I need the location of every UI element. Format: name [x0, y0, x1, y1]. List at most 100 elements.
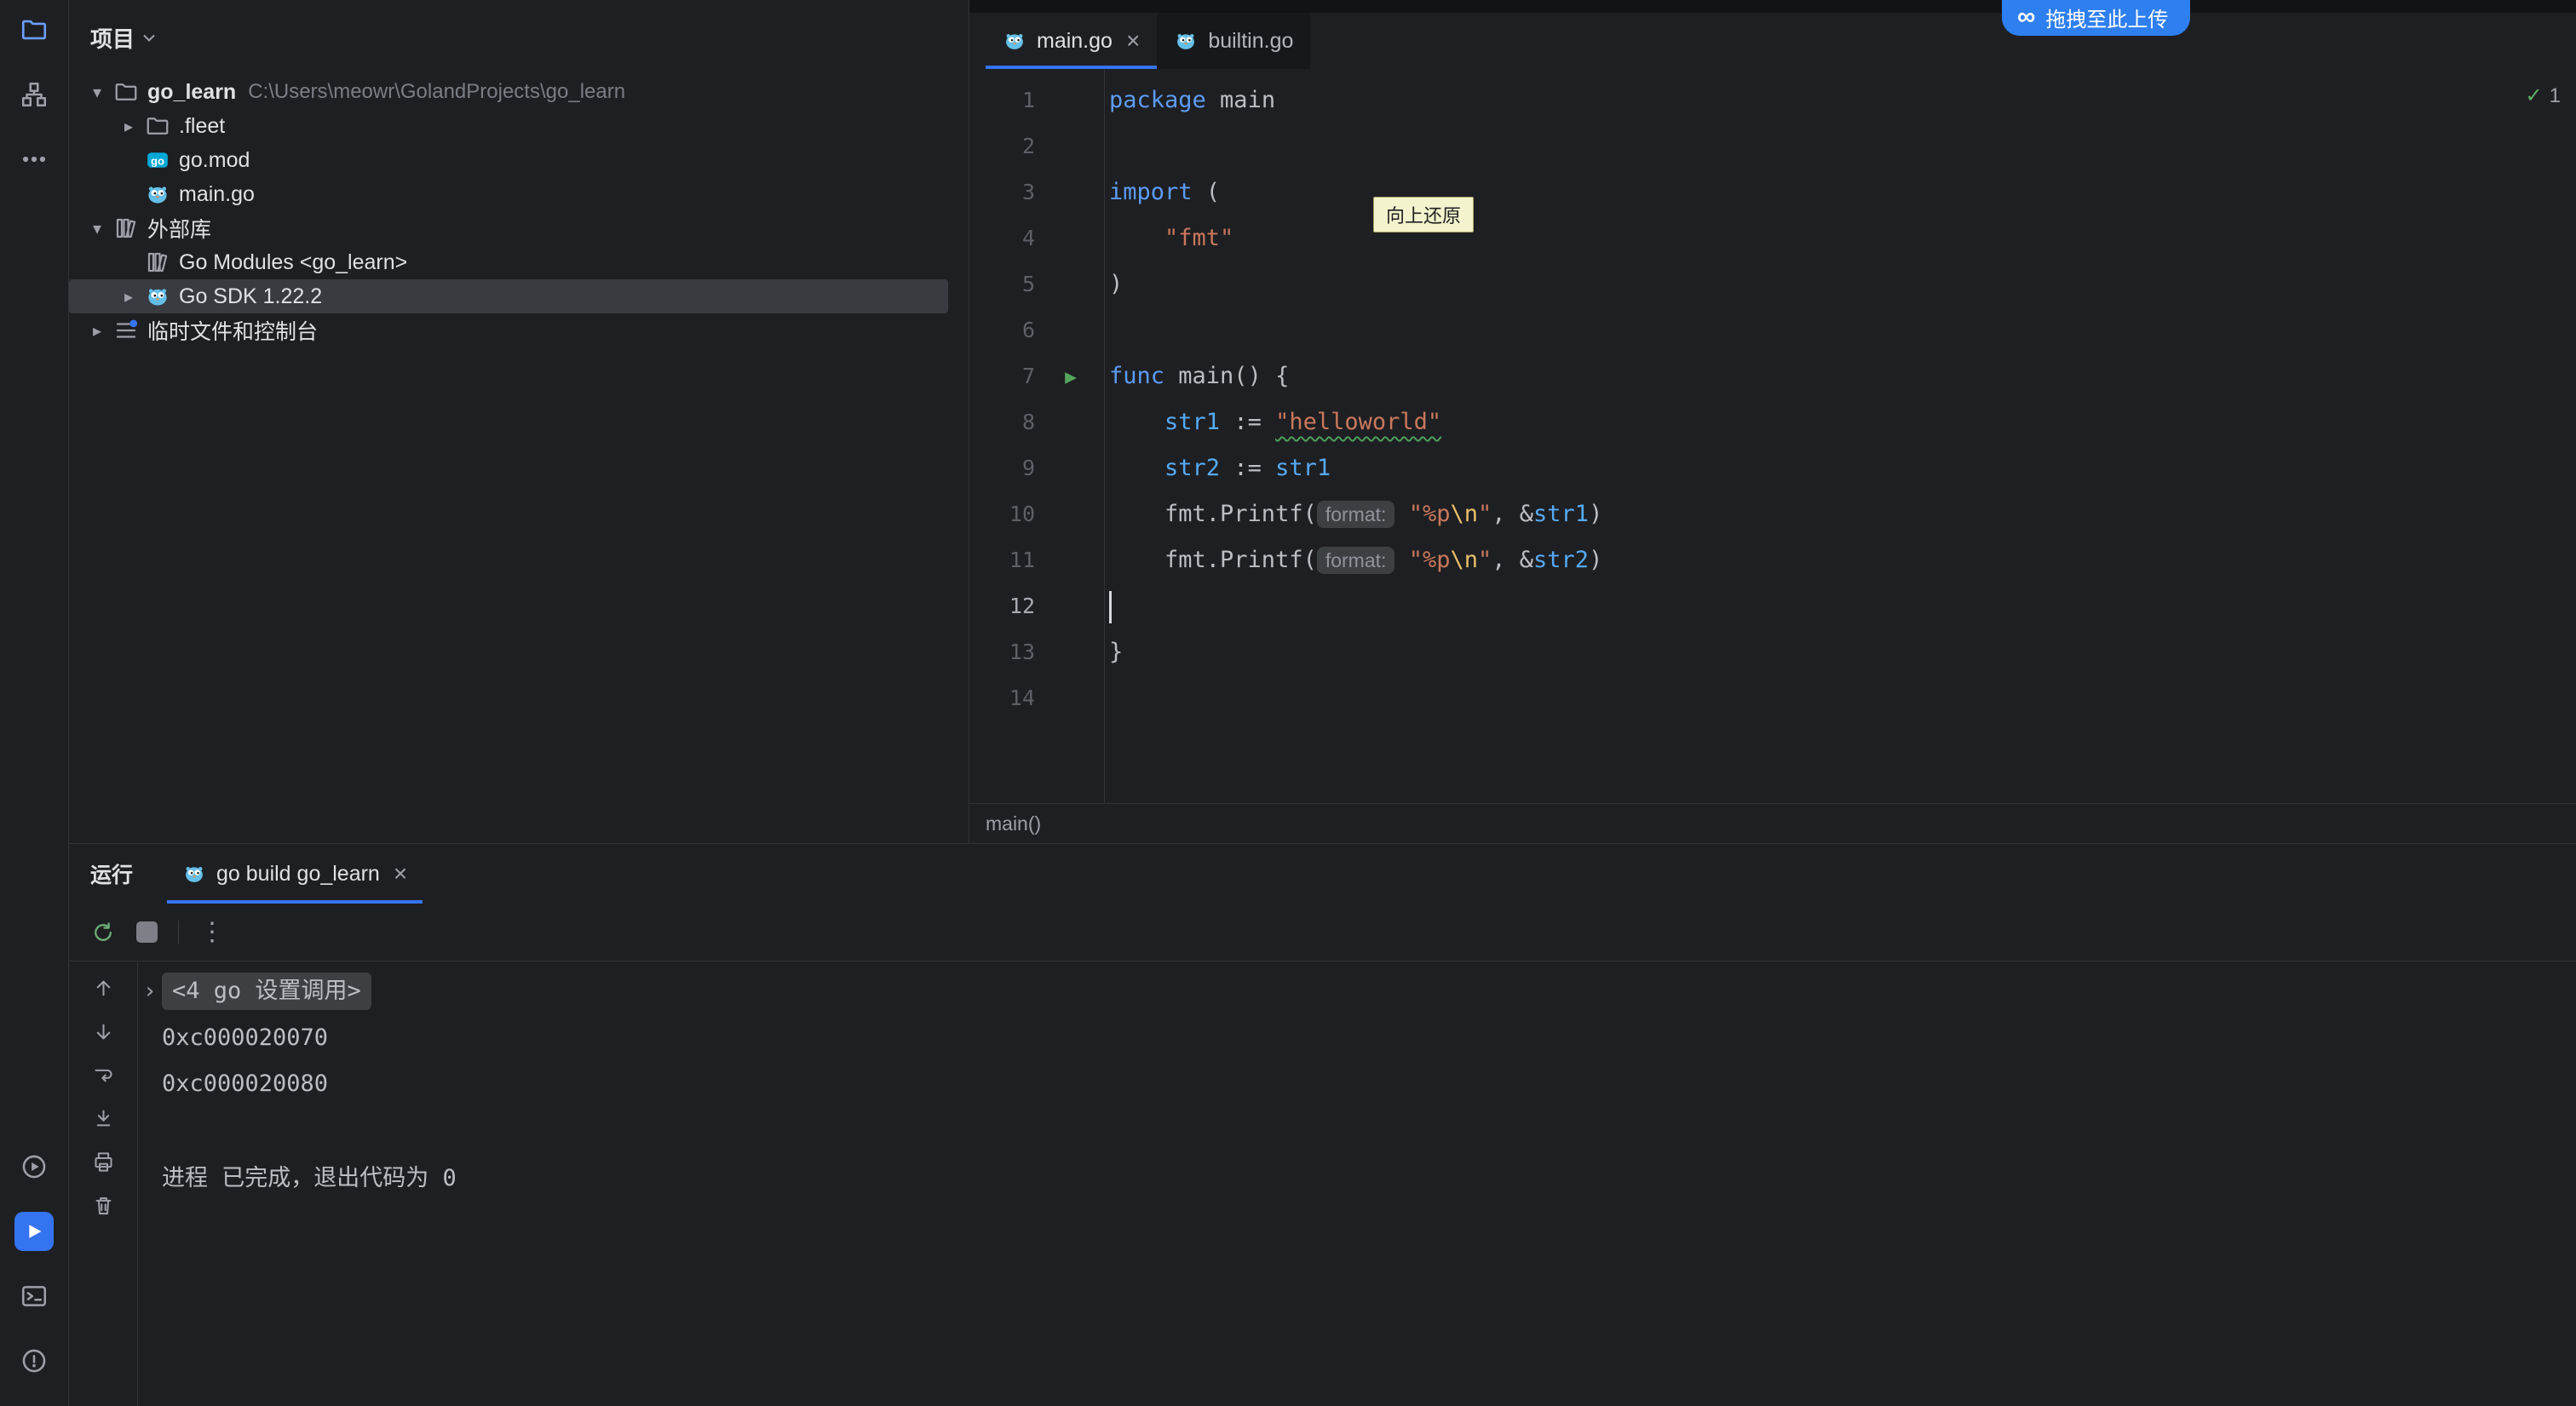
- chevron-right-icon[interactable]: ▸: [112, 116, 145, 137]
- upload-drop-pill[interactable]: ∞ 拖拽至此上传: [2002, 0, 2190, 36]
- activity-problems-icon[interactable]: [14, 1341, 54, 1380]
- line-number[interactable]: 14: [969, 675, 1104, 721]
- tree-item-临时文件和控制台[interactable]: ▸临时文件和控制台: [69, 313, 948, 347]
- console-output[interactable]: ›<4 go 设置调用> 0xc000020070 0xc000020080 进…: [138, 961, 2576, 1406]
- code-line[interactable]: }: [1104, 629, 1123, 675]
- code-line[interactable]: func main() {: [1104, 353, 1289, 399]
- editor-area: main.go×builtin.go ✓ 1 1package main23im…: [969, 0, 2576, 843]
- line-number[interactable]: 2: [969, 123, 1104, 169]
- line-number[interactable]: 6: [969, 307, 1104, 353]
- arrow-up-icon[interactable]: [92, 977, 115, 1000]
- clear-icon[interactable]: [92, 1194, 115, 1217]
- arrow-down-icon[interactable]: [92, 1020, 115, 1043]
- code-line[interactable]: import (: [1104, 169, 1220, 215]
- print-icon[interactable]: [92, 1151, 115, 1174]
- tree-item-main.go[interactable]: main.go: [69, 177, 948, 211]
- editor-tab-builtin.go[interactable]: builtin.go: [1157, 13, 1310, 69]
- code-token: func: [1109, 363, 1164, 389]
- project-panel-header[interactable]: 项目: [69, 0, 969, 75]
- line-number[interactable]: 7▶: [969, 353, 1104, 399]
- line-number[interactable]: 3: [969, 169, 1104, 215]
- code-line[interactable]: [1104, 123, 1109, 169]
- code-line[interactable]: ): [1104, 261, 1123, 307]
- code-token: "fmt": [1164, 225, 1233, 251]
- code-row: 12: [969, 583, 2576, 629]
- tree-item-.fleet[interactable]: ▸.fleet: [69, 109, 948, 143]
- code-line[interactable]: str1 := "helloworld": [1104, 399, 1441, 445]
- code-token: \n: [1450, 501, 1478, 527]
- run-tab-go-build[interactable]: go build go_learn ×: [167, 844, 423, 904]
- editor-tab-main.go[interactable]: main.go ×: [986, 13, 1157, 69]
- activity-project-icon[interactable]: [14, 10, 54, 49]
- scroll-end-icon[interactable]: [92, 1107, 115, 1130]
- code-token: [1394, 547, 1408, 573]
- code-line[interactable]: fmt.Printf(format: "%p\n", &str1): [1104, 491, 1602, 537]
- code-line[interactable]: str2 := str1: [1104, 445, 1331, 491]
- code-row: 3import (: [969, 169, 2576, 215]
- chevron-right-icon[interactable]: ▸: [112, 286, 145, 307]
- soft-wrap-icon[interactable]: [92, 1064, 115, 1087]
- expand-icon[interactable]: ›: [143, 978, 162, 1004]
- code-token: \n: [1450, 547, 1478, 573]
- line-number[interactable]: 13: [969, 629, 1104, 675]
- tree-item-go_learn[interactable]: ▾go_learnC:\Users\meowr\GolandProjects\g…: [69, 75, 948, 109]
- console-chip[interactable]: <4 go 设置调用>: [162, 973, 371, 1010]
- code-row: 6: [969, 307, 2576, 353]
- line-number[interactable]: 9: [969, 445, 1104, 491]
- restore-up-tooltip[interactable]: 向上还原: [1373, 197, 1474, 232]
- gopher-icon: [145, 181, 170, 207]
- activity-services-icon[interactable]: [14, 1147, 54, 1186]
- code-token: , &: [1492, 501, 1533, 527]
- chevron-right-icon[interactable]: ▸: [81, 320, 113, 341]
- console-line: 进程 已完成，退出代码为 0: [143, 1152, 2576, 1198]
- line-number[interactable]: 5: [969, 261, 1104, 307]
- tree-item-外部库[interactable]: ▾外部库: [69, 211, 948, 245]
- console-text: 进程 已完成，退出代码为 0: [162, 1159, 457, 1192]
- code-line[interactable]: [1104, 583, 1112, 629]
- code-token: "helloworld": [1275, 409, 1441, 435]
- activity-run-icon[interactable]: [14, 1212, 54, 1251]
- activity-structure-icon[interactable]: [14, 75, 54, 114]
- rerun-icon[interactable]: [90, 920, 116, 945]
- code-line[interactable]: [1104, 307, 1109, 353]
- activity-more-tools-icon[interactable]: [14, 140, 54, 179]
- more-options-icon[interactable]: ⋮: [199, 920, 225, 945]
- code-token: (: [1193, 179, 1221, 205]
- tree-item-Go Modules <go_learn>[interactable]: Go Modules <go_learn>: [69, 245, 948, 279]
- code-token: str1: [1275, 455, 1331, 481]
- line-number[interactable]: 11: [969, 537, 1104, 583]
- tree-item-Go SDK 1.22.2[interactable]: ▸Go SDK 1.22.2: [69, 279, 948, 313]
- terminal-icon: [20, 1282, 49, 1311]
- folder-icon: [113, 79, 139, 105]
- code-row: 13}: [969, 629, 2576, 675]
- tab-label: main.go: [1037, 29, 1113, 54]
- gopher-icon: [182, 862, 206, 886]
- code-line[interactable]: "fmt": [1104, 215, 1233, 261]
- code-row: 10 fmt.Printf(format: "%p\n", &str1): [969, 491, 2576, 537]
- breadcrumb[interactable]: main(): [969, 803, 2576, 843]
- code-token: :=: [1220, 409, 1275, 435]
- line-number[interactable]: 10: [969, 491, 1104, 537]
- stop-icon[interactable]: [136, 921, 158, 943]
- line-number[interactable]: 1: [969, 77, 1104, 123]
- run-line-icon[interactable]: ▶: [1065, 354, 1077, 400]
- code-line[interactable]: package main: [1104, 77, 1275, 123]
- chevron-down-icon[interactable]: ▾: [81, 82, 113, 103]
- line-number[interactable]: 4: [969, 215, 1104, 261]
- code-token: str2: [1533, 547, 1589, 573]
- chevron-down-icon[interactable]: ▾: [81, 218, 113, 239]
- tree-item-go.mod[interactable]: gogo.mod: [69, 143, 948, 177]
- code-line[interactable]: [1104, 675, 1109, 721]
- more-tools-icon: [20, 145, 49, 174]
- code-token: "%p: [1409, 547, 1451, 573]
- line-number[interactable]: 12: [969, 583, 1104, 629]
- code-token: str1: [1164, 409, 1220, 435]
- tree-item-path: C:\Users\meowr\GolandProjects\go_learn: [248, 80, 625, 104]
- code-line[interactable]: fmt.Printf(format: "%p\n", &str2): [1104, 537, 1602, 583]
- close-icon[interactable]: ×: [394, 860, 407, 887]
- breadcrumb-item[interactable]: main(): [986, 812, 1041, 835]
- close-icon[interactable]: ×: [1126, 27, 1140, 55]
- tab-label: builtin.go: [1208, 29, 1293, 54]
- line-number[interactable]: 8: [969, 399, 1104, 445]
- activity-terminal-icon[interactable]: [14, 1277, 54, 1316]
